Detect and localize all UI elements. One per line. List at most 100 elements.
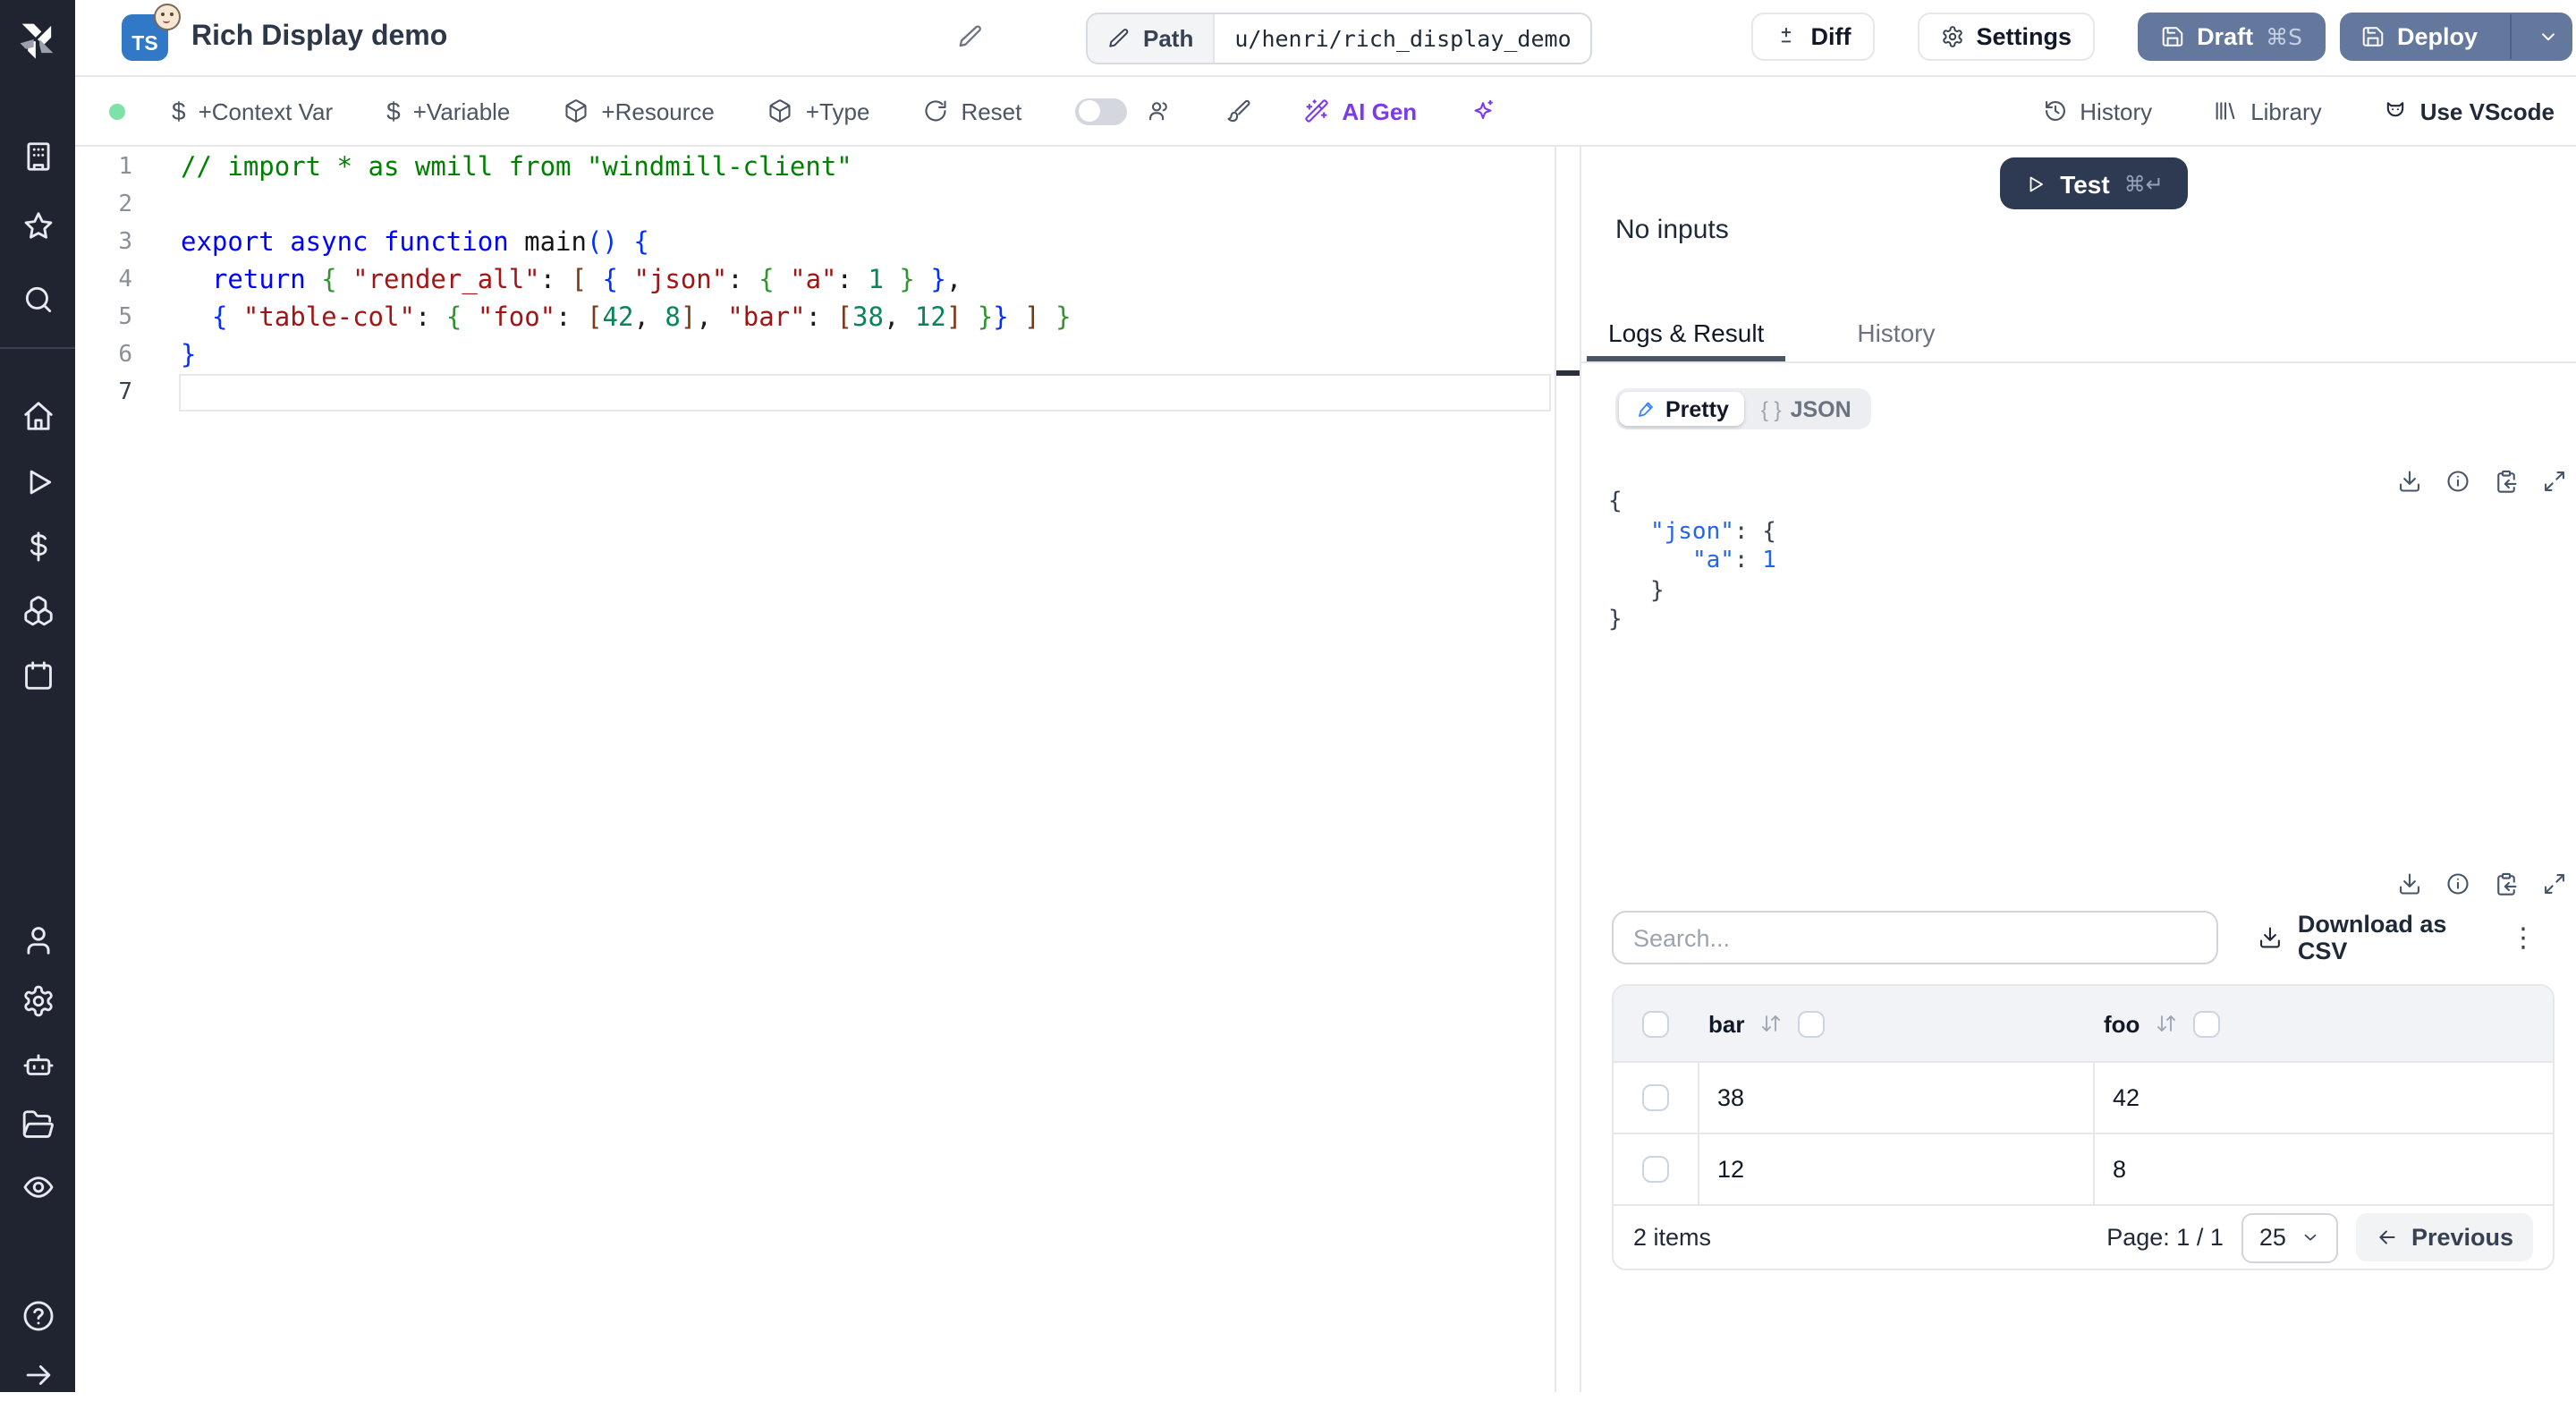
result-table: bar foo 38 42 12 8 2 items Page: 1 / 1 2… [1612, 984, 2555, 1270]
add-type-button[interactable]: +Type [768, 98, 869, 124]
history-button[interactable]: History [2042, 98, 2152, 124]
assistant-toggle[interactable] [1075, 98, 1128, 124]
sidebar-item-users[interactable] [11, 913, 64, 966]
settings-button[interactable]: Settings [1917, 13, 2096, 61]
result-line: } [1649, 577, 1665, 604]
result-line: "json": { [1649, 518, 1776, 545]
code-line[interactable]: 1// import * as wmill from "windmill-cli… [75, 149, 1555, 186]
braces-icon: { } [1760, 396, 1782, 421]
cell-bar: 12 [1698, 1134, 2093, 1204]
code-editor[interactable]: 1// import * as wmill from "windmill-cli… [75, 147, 1556, 1392]
users-icon-button[interactable] [1147, 98, 1172, 123]
sidebar-item-folders[interactable] [11, 1097, 64, 1151]
line-number: 4 [118, 267, 132, 293]
add-resource-button[interactable]: +Resource [564, 98, 715, 124]
ai-gen-button[interactable]: AI Gen [1304, 98, 1417, 124]
expand-result-button[interactable] [2542, 469, 2567, 494]
app-window: TS Rich Display demo Path u/henri/rich_d… [0, 0, 2576, 1392]
diff-icon [1782, 27, 1792, 43]
panel-splitter[interactable] [1556, 147, 1580, 1392]
draft-button[interactable]: Draft ⌘S [2138, 13, 2326, 61]
download-csv-button[interactable]: Download as CSV [2258, 911, 2503, 964]
typescript-badge[interactable]: TS [122, 4, 181, 61]
sidebar-item-home[interactable] [11, 388, 64, 442]
editor-toolbar: $ +Context Var $ +Variable +Resource +Ty… [75, 77, 2576, 147]
copy-result-button[interactable] [2494, 469, 2519, 494]
row-checkbox[interactable] [1642, 1084, 1669, 1111]
sidebar-item-audit-logs[interactable] [11, 1159, 64, 1213]
chevron-down-icon [2304, 1234, 2317, 1241]
sidebar-item-search[interactable] [11, 272, 64, 326]
windmill-logo[interactable] [14, 16, 61, 63]
use-vscode-button[interactable]: Use VScode [2383, 98, 2555, 124]
row-checkbox[interactable] [1642, 1156, 1669, 1183]
sidebar-item-schedules[interactable] [11, 648, 64, 701]
sort-foo-button[interactable] [2156, 1013, 2177, 1034]
expand-table-button[interactable] [2542, 871, 2567, 896]
sidebar-item-workers[interactable] [11, 1038, 64, 1091]
page-title: Rich Display demo [191, 21, 448, 52]
code-line[interactable]: 4 return { "render_all": [ { "json": { "… [75, 261, 1555, 299]
deploy-main[interactable]: Deploy [2342, 14, 2497, 59]
tab-logs-result[interactable]: Logs & Result [1587, 310, 1786, 361]
diff-button[interactable]: Diff [1751, 13, 1875, 61]
refresh-icon [925, 100, 946, 122]
format-brush-button[interactable] [1225, 98, 1250, 123]
table-row[interactable]: 38 42 [1614, 1061, 2553, 1133]
deploy-dropdown[interactable] [2524, 14, 2571, 59]
result-line: { [1608, 488, 1623, 515]
splitter-handle[interactable] [1556, 370, 1580, 376]
sidebar-item-help[interactable] [11, 1288, 64, 1342]
library-button[interactable]: Library [2213, 98, 2322, 124]
previous-page-button[interactable]: Previous [2355, 1213, 2533, 1261]
download-result-button[interactable] [2397, 469, 2422, 494]
sidebar-item-settings[interactable] [11, 973, 64, 1027]
toggle-knob [1078, 100, 1100, 122]
sparkles-button[interactable] [1470, 98, 1496, 123]
panel-tabs: Logs & Result History [1581, 310, 2576, 363]
column-foo-checkbox[interactable] [2193, 1010, 2221, 1037]
code-line[interactable]: 7 [75, 374, 1555, 412]
table-actions-row [2397, 871, 2567, 896]
add-context-var-button[interactable]: $ +Context Var [172, 97, 333, 125]
lang-label: TS [131, 34, 158, 55]
edit-title-icon[interactable] [957, 23, 984, 50]
select-all-checkbox[interactable] [1642, 1010, 1669, 1037]
sidebar-item-workspace[interactable] [11, 129, 64, 183]
code-lines[interactable]: 1// import * as wmill from "windmill-cli… [75, 149, 1555, 412]
code-line[interactable]: 5 { "table-col": { "foo": [42, 8], "bar"… [75, 299, 1555, 336]
chevron-down-icon [2541, 33, 2554, 41]
test-button[interactable]: Test ⌘↵ [2000, 157, 2188, 209]
sidebar-item-variables[interactable] [11, 519, 64, 573]
copy-table-button[interactable] [2494, 871, 2519, 896]
download-table-button[interactable] [2397, 871, 2422, 896]
result-info-button[interactable] [2445, 469, 2470, 494]
sidebar-item-favorites[interactable] [11, 199, 64, 252]
add-variable-button[interactable]: $ +Variable [386, 97, 510, 125]
search-input[interactable] [1612, 911, 2219, 964]
path-label-segment: Path [1088, 14, 1216, 63]
json-view-option[interactable]: { } JSON [1745, 392, 1868, 426]
reset-button[interactable]: Reset [923, 98, 1021, 124]
column-bar-checkbox[interactable] [1798, 1010, 1826, 1037]
pretty-view-option[interactable]: Pretty [1619, 392, 1745, 426]
path-field[interactable]: Path u/henri/rich_display_demo [1086, 13, 1593, 64]
brush-icon [1227, 99, 1250, 123]
sidebar-item-resources[interactable] [11, 583, 64, 637]
table-row[interactable]: 12 8 [1614, 1133, 2553, 1204]
page-size-select[interactable]: 25 [2241, 1212, 2338, 1262]
save-icon [2162, 27, 2183, 47]
code-line[interactable]: 3 export async function main() { [75, 224, 1555, 261]
deploy-button[interactable]: Deploy [2339, 13, 2572, 61]
table-menu-button[interactable]: ⋮ [2503, 921, 2544, 954]
deploy-divider [2510, 14, 2512, 59]
code-line[interactable]: 2 [75, 186, 1555, 224]
sort-bar-button[interactable] [1760, 1013, 1782, 1034]
tab-history[interactable]: History [1835, 310, 1956, 361]
path-value[interactable]: u/henri/rich_display_demo [1215, 14, 1590, 63]
table-info-button[interactable] [2445, 871, 2470, 896]
sidebar-item-runs[interactable] [11, 454, 64, 508]
code-line[interactable]: 6} [75, 336, 1555, 374]
result-actions-row [2397, 469, 2567, 494]
sidebar-expand-button[interactable] [11, 1347, 64, 1401]
